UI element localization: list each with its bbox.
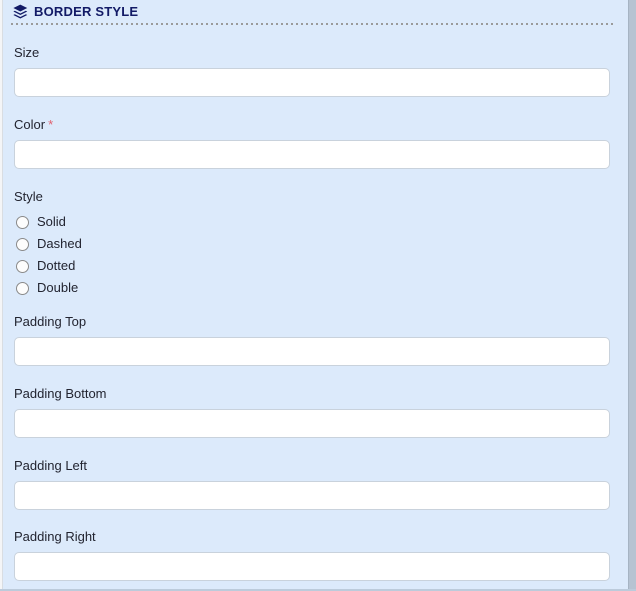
style-option-solid-label: Solid — [37, 214, 66, 229]
style-radio-dashed[interactable] — [16, 237, 29, 251]
scrollbar-track[interactable] — [628, 0, 636, 589]
padding-top-label: Padding Top — [14, 314, 87, 329]
dotted-divider — [11, 23, 613, 25]
size-label: Size — [14, 45, 40, 60]
padding-top-field-group: Padding Top — [14, 314, 610, 366]
style-radio-solid[interactable] — [16, 215, 29, 229]
style-option-double-label: Double — [37, 280, 79, 295]
style-option-dotted-label: Dotted — [37, 258, 76, 273]
style-option-dashed[interactable]: Dashed — [14, 236, 610, 252]
padding-right-label: Padding Right — [14, 529, 96, 544]
style-option-double[interactable]: Double — [14, 280, 610, 296]
color-label-text: Color — [14, 117, 46, 132]
padding-left-input[interactable] — [14, 481, 610, 510]
size-input[interactable] — [14, 68, 610, 97]
section-title: BORDER STYLE — [34, 4, 139, 19]
padding-bottom-label: Padding Bottom — [14, 386, 107, 401]
padding-top-input[interactable] — [14, 337, 610, 366]
padding-left-field-group: Padding Left — [14, 458, 610, 510]
style-option-dotted[interactable]: Dotted — [14, 258, 610, 274]
border-style-panel: BORDER STYLE Size Color * Style Solid Das… — [0, 0, 636, 591]
style-radio-dotted[interactable] — [16, 259, 29, 273]
panel-content: BORDER STYLE Size Color * Style Solid Das… — [0, 0, 628, 589]
padding-right-input[interactable] — [14, 552, 610, 581]
layers-icon — [12, 4, 28, 20]
style-radio-group: Solid Dashed Dotted Double — [14, 214, 610, 296]
required-marker: * — [48, 117, 54, 132]
padding-right-field-group: Padding Right — [14, 529, 610, 581]
style-option-solid[interactable]: Solid — [14, 214, 610, 230]
section-header[interactable]: BORDER STYLE — [12, 3, 610, 20]
padding-bottom-field-group: Padding Bottom — [14, 386, 610, 438]
style-option-dashed-label: Dashed — [37, 236, 82, 251]
color-field-group: Color * — [14, 117, 610, 169]
color-input[interactable] — [14, 140, 610, 169]
padding-bottom-input[interactable] — [14, 409, 610, 438]
padding-left-label: Padding Left — [14, 458, 88, 473]
panel-left-edge — [0, 0, 3, 589]
style-label: Style — [14, 189, 43, 204]
color-label: Color * — [14, 117, 610, 133]
size-field-group: Size — [14, 45, 610, 97]
style-radio-double[interactable] — [16, 281, 29, 295]
style-field-group: Style Solid Dashed Dotted Double — [14, 189, 610, 296]
